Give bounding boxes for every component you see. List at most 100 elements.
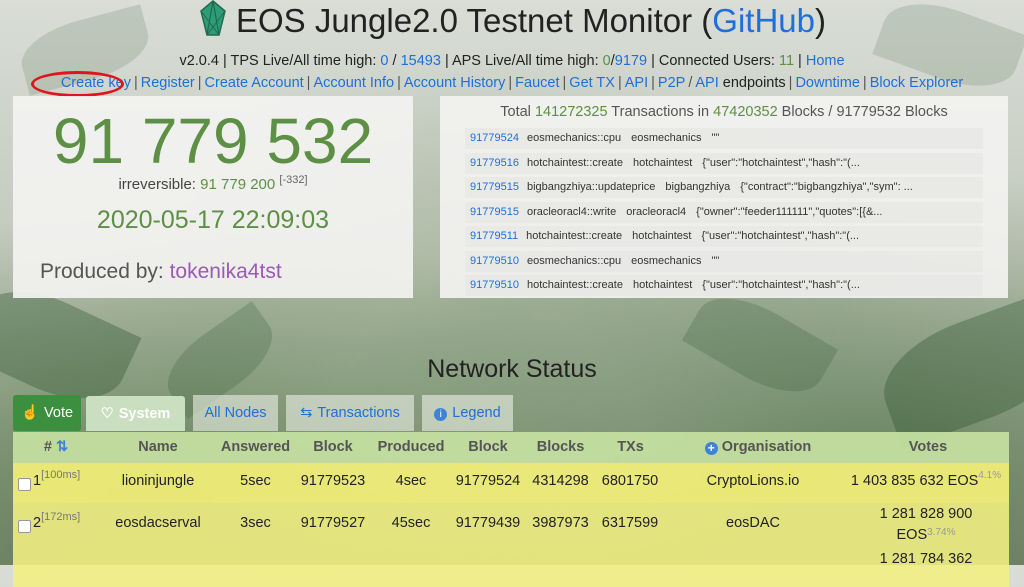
version: v2.0.4: [179, 53, 219, 69]
plus-circle-icon[interactable]: +: [704, 442, 718, 455]
transaction-row[interactable]: 91779510 eosmechanics::cpu eosmechanics "": [465, 250, 983, 272]
aps-live: 0: [602, 53, 611, 69]
tx-block-link[interactable]: 91779515: [470, 206, 519, 218]
tx-block-link[interactable]: 91779510: [470, 279, 519, 291]
tab-vote[interactable]: ☝ Vote: [13, 395, 81, 431]
irreversible-diff: [-332]: [279, 174, 308, 186]
page-title: EOS Jungle2.0 Testnet Monitor (GitHub): [0, 0, 1024, 46]
faucet-link[interactable]: Faucet: [515, 75, 559, 91]
tx-data: "": [711, 132, 720, 144]
votes: 1 281 828 900 EOS3.74%: [879, 506, 973, 543]
col-num-header[interactable]: # ⇅: [41, 432, 71, 463]
tx-data: {"user":"hotchaintest","hash":"(...: [701, 230, 860, 242]
info-circle-icon: i: [434, 408, 448, 421]
organisation[interactable]: eosDAC: [693, 515, 813, 531]
tab-all-nodes[interactable]: All Nodes: [193, 395, 278, 431]
blocks: 3987973: [532, 515, 589, 531]
api-endpoints-link[interactable]: API: [695, 75, 718, 91]
tx-block-link[interactable]: 91779511: [470, 230, 518, 242]
tps-high-link[interactable]: 15493: [401, 53, 441, 69]
col-org-header[interactable]: + Organisation: [693, 432, 823, 463]
irreversible-label: irreversible:: [118, 176, 196, 193]
tab-vote-label: Vote: [44, 405, 74, 421]
transaction-row[interactable]: 91779515 bigbangzhiya::updateprice bigbang…: [465, 177, 983, 198]
tx-block-link[interactable]: 91779515: [470, 181, 519, 193]
answered: 3sec: [240, 515, 271, 531]
head-block-panel: 91 779 532 irreversible: 91 779 200 [-33…: [13, 96, 413, 298]
head-block-number: 91 779 532: [52, 105, 374, 177]
transaction-row[interactable]: 91779510 hotchaintest::create hotchaintest…: [465, 275, 983, 296]
sort-icon[interactable]: ⇅: [56, 439, 68, 455]
table-row[interactable]: 2[172ms] eosdacserval 3sec 91779527 45se…: [13, 503, 1009, 547]
register-link[interactable]: Register: [141, 75, 195, 91]
transaction-row[interactable]: 91779515 oracleoracl4::write oracleoracl4 {…: [465, 201, 983, 223]
tx-account: oracleoracl4: [626, 205, 687, 218]
tps-live-link[interactable]: 0: [380, 53, 388, 69]
tx-account: hotchaintest: [632, 230, 692, 242]
table-row[interactable]: 1[100ms] lioninjungle 5sec 91779523 4sec…: [13, 463, 1009, 503]
tx-block-link[interactable]: 91779524: [470, 132, 519, 144]
create-account-link[interactable]: Create Account: [205, 75, 304, 91]
latency: [100ms]: [41, 469, 81, 481]
downtime-link[interactable]: Downtime: [795, 75, 859, 91]
tab-legend[interactable]: i Legend: [422, 395, 513, 431]
col-block2-header[interactable]: Block: [453, 432, 523, 463]
title-text: EOS Jungle2.0 Testnet Monitor: [235, 2, 693, 39]
table-header: # ⇅ Name Answered Block Produced Block B…: [13, 432, 1009, 463]
aps-label: APS Live/All time high:: [451, 53, 599, 69]
account-info-link[interactable]: Account Info: [313, 75, 394, 91]
tx-action: hotchaintest::create: [526, 279, 623, 291]
tab-legend-label: Legend: [452, 405, 501, 421]
users-label: Connected Users:: [658, 53, 775, 69]
blocks-label: Blocks: [905, 104, 948, 120]
aps-high-link[interactable]: 9179: [615, 53, 647, 69]
network-status-title: Network Status: [427, 355, 597, 383]
tab-system[interactable]: ♡ System: [86, 396, 185, 431]
api-link[interactable]: API: [625, 75, 648, 91]
users-count: 11: [778, 53, 795, 69]
tx-account: hotchaintest: [632, 156, 693, 169]
tx-block-link[interactable]: 91779516: [470, 157, 519, 169]
tx-data: {"contract":"bigbangzhiya","sym": ...: [740, 181, 913, 193]
total-label: Total: [500, 104, 531, 120]
get-tx-link[interactable]: Get TX: [569, 75, 615, 91]
account-history-link[interactable]: Account History: [404, 75, 506, 91]
producer-name[interactable]: lioninjungle: [113, 473, 203, 489]
block-explorer-link[interactable]: Block Explorer: [870, 75, 963, 91]
producers-table: # ⇅ Name Answered Block Produced Block B…: [13, 432, 1009, 587]
transaction-row[interactable]: 91779511 hotchaintest::create hotchaintest…: [465, 226, 983, 247]
col-block-header[interactable]: Block: [298, 432, 368, 463]
blocks: 4314298: [532, 473, 589, 489]
transaction-list: 91779524 eosmechanics::cpu eosmechanics "" …: [465, 128, 983, 300]
block2: 91779524: [455, 473, 521, 489]
tx-data: "": [711, 254, 720, 267]
github-link[interactable]: GitHub: [712, 2, 815, 39]
col-blocks-header[interactable]: Blocks: [528, 432, 593, 463]
nav-links: Create key | Register | Create Account | Accou…: [60, 75, 964, 91]
organisation[interactable]: CryptoLions.io: [693, 473, 813, 489]
block-datetime: 2020-05-17 22:09:03: [96, 206, 330, 234]
row-num: 1[100ms]: [33, 469, 81, 489]
row-checkbox[interactable]: [18, 520, 31, 533]
col-txs-header[interactable]: TXs: [598, 432, 663, 463]
table-row[interactable]: 1 281 784 362: [13, 547, 1009, 587]
col-name-header[interactable]: Name: [113, 432, 203, 463]
col-answered-header[interactable]: Answered: [213, 432, 298, 463]
transaction-row[interactable]: 91779516 hotchaintest::create hotchaintest…: [465, 152, 983, 174]
tx-account: eosmechanics: [631, 132, 702, 144]
tx-account: hotchaintest: [632, 279, 693, 291]
tab-transactions-label: Transactions: [317, 405, 400, 421]
tx-block-link[interactable]: 91779510: [470, 255, 519, 267]
answered: 5sec: [240, 473, 271, 489]
tx-action: hotchaintest::create: [526, 156, 623, 169]
tab-transactions[interactable]: ⇆ Transactions: [286, 395, 414, 431]
transaction-row[interactable]: 91779524 eosmechanics::cpu eosmechanics "": [465, 128, 983, 149]
row-checkbox[interactable]: [18, 478, 31, 491]
col-votes-header[interactable]: Votes: [873, 432, 983, 463]
home-link[interactable]: Home: [806, 53, 845, 69]
producer-name[interactable]: eosdacserval: [113, 515, 203, 531]
produced-label: Produced by:: [40, 260, 164, 283]
vote-percent: 4.1%: [978, 470, 1002, 481]
col-produced-header[interactable]: Produced: [371, 432, 451, 463]
p2p-link[interactable]: P2P: [658, 75, 685, 91]
